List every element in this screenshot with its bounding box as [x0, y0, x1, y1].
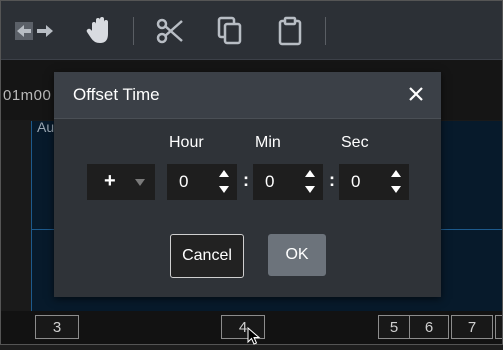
hour-label: Hour [169, 134, 204, 151]
close-icon[interactable] [405, 83, 427, 105]
toolbar-separator [325, 17, 326, 45]
segment-marker[interactable]: 5 [378, 315, 410, 339]
mouse-pointer-icon [247, 326, 261, 350]
sign-select[interactable]: + [87, 164, 155, 200]
track-label: Au [37, 119, 55, 135]
toolbar [1, 1, 502, 60]
segment-marker[interactable]: 6 [409, 315, 449, 339]
min-value: 0 [265, 172, 275, 191]
min-increment-icon[interactable] [305, 170, 315, 177]
cancel-button[interactable]: Cancel [170, 234, 244, 278]
segment-marker[interactable]: 3 [35, 315, 79, 339]
min-decrement-icon[interactable] [305, 186, 315, 193]
hour-decrement-icon[interactable] [219, 186, 229, 193]
ok-button[interactable]: OK [268, 234, 326, 276]
sec-value: 0 [351, 172, 361, 191]
chevron-down-icon [135, 179, 145, 186]
sign-value: + [104, 170, 116, 192]
sec-decrement-icon[interactable] [391, 186, 401, 193]
hour-stepper[interactable]: 0 [167, 164, 237, 200]
sec-label: Sec [341, 134, 369, 151]
sec-increment-icon[interactable] [391, 170, 401, 177]
toolbar-separator [133, 17, 134, 45]
arrows-icon[interactable] [13, 15, 55, 47]
sec-stepper[interactable]: 0 [339, 164, 409, 200]
copy-icon[interactable] [215, 15, 245, 47]
min-label: Min [255, 134, 281, 151]
dialog-title: Offset Time [73, 85, 160, 104]
ruler-time-label: 01m00 [3, 87, 52, 104]
segment-marker[interactable]: 7 [451, 315, 493, 339]
time-separator: : [243, 170, 249, 190]
scissors-icon[interactable] [155, 15, 185, 47]
segment-marker-partial[interactable] [495, 315, 502, 339]
time-separator: : [329, 170, 335, 190]
min-stepper[interactable]: 0 [253, 164, 323, 200]
offset-time-dialog: Offset Time Hour Min Sec + 0 : 0 : 0 Can… [54, 72, 441, 297]
hand-icon[interactable] [85, 15, 115, 47]
hour-increment-icon[interactable] [219, 170, 229, 177]
paste-icon[interactable] [275, 15, 305, 47]
hour-value: 0 [179, 172, 189, 191]
dialog-header: Offset Time [54, 72, 441, 119]
